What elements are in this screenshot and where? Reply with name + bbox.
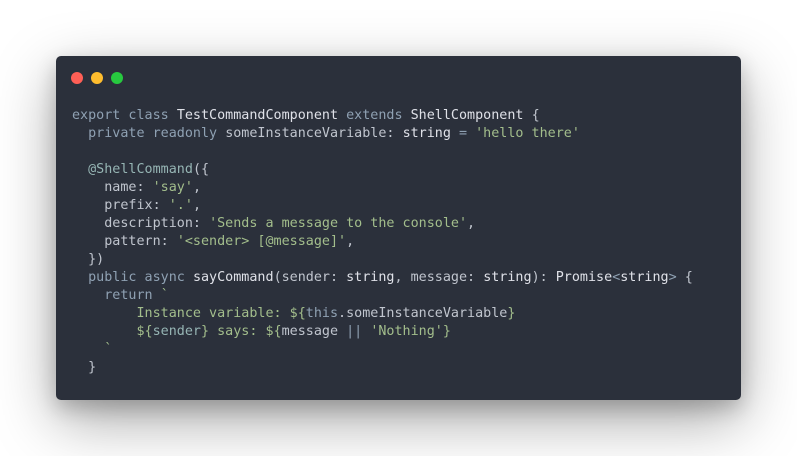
code-token: Instance variable: — [72, 306, 290, 321]
code-line: } — [72, 359, 693, 377]
code-token: { — [531, 108, 540, 123]
code-token: 'say' — [152, 180, 193, 195]
code-token: '.' — [168, 198, 193, 213]
code-token: this — [305, 306, 339, 321]
minimize-button[interactable] — [91, 72, 103, 84]
maximize-button[interactable] — [111, 72, 123, 84]
code-token: , — [467, 216, 476, 231]
code-token: message — [281, 324, 347, 339]
code-token: ShellComponent — [410, 108, 532, 123]
code-token: Promise — [555, 270, 613, 285]
code-token: someInstanceVariable: — [225, 126, 403, 141]
code-token: } — [442, 324, 451, 339]
code-token: (sender: — [273, 270, 347, 285]
code-token: string — [346, 270, 395, 285]
code-token: @ShellCommand — [72, 162, 193, 177]
code-token: name: — [72, 180, 153, 195]
code-line: return ` — [72, 287, 693, 305]
code-line: prefix: '.', — [72, 197, 693, 215]
code-token: prefix: — [72, 198, 169, 213]
code-line: export class TestCommandComponent extend… — [72, 107, 693, 125]
code-line: @ShellCommand({ — [72, 161, 693, 179]
code-token: }) — [72, 252, 105, 267]
code-token: private readonly — [72, 126, 226, 141]
code-line: pattern: '<sender> [@message]', — [72, 233, 693, 251]
code-token: 'Sends a message to the console' — [209, 216, 468, 231]
code-line: public async sayCommand(sender: string, … — [72, 269, 693, 287]
code-token: } — [72, 360, 97, 375]
code-token: { — [684, 270, 693, 285]
code-token: , message: — [394, 270, 484, 285]
code-token: public async — [72, 270, 193, 285]
code-token: TestCommandComponent — [176, 108, 347, 123]
code-line: description: 'Sends a message to the con… — [72, 215, 693, 233]
code-token: export class — [72, 108, 177, 123]
code-line: name: 'say', — [72, 179, 693, 197]
code-token: '<sender> [@message]' — [176, 234, 347, 249]
code-line: private readonly someInstanceVariable: s… — [72, 125, 693, 143]
code-token: , — [346, 234, 355, 249]
code-token: return — [72, 288, 161, 303]
code-token: .someInstanceVariable — [338, 306, 508, 321]
close-button[interactable] — [71, 72, 83, 84]
code-token: ` — [160, 288, 169, 303]
code-token: > — [668, 270, 685, 285]
code-token: ${ — [72, 324, 153, 339]
code-token: } says: ${ — [201, 324, 282, 339]
code-token: sayCommand — [192, 270, 274, 285]
code-token: extends — [346, 108, 411, 123]
code-token: 'hello there' — [475, 126, 580, 141]
code-token: string — [620, 270, 669, 285]
code-token: , — [192, 180, 201, 195]
code-line: ` — [72, 341, 693, 359]
code-token: ` — [72, 342, 113, 357]
code-token: string — [402, 126, 459, 141]
code-token: ${ — [289, 306, 306, 321]
code-token: 'Nothing' — [370, 324, 443, 339]
code-token: description: — [72, 216, 210, 231]
code-line: ${sender} says: ${message || 'Nothing'} — [72, 323, 693, 341]
code-line: Instance variable: ${this.someInstanceVa… — [72, 305, 693, 323]
code-token: = — [459, 126, 476, 141]
code-window: export class TestCommandComponent extend… — [56, 56, 741, 400]
code-token: || — [346, 324, 371, 339]
code-block: export class TestCommandComponent extend… — [72, 107, 693, 377]
code-token: pattern: — [72, 234, 177, 249]
code-token: ): — [531, 270, 556, 285]
code-token: ({ — [192, 162, 210, 177]
code-line: }) — [72, 251, 693, 269]
code-token: } — [507, 306, 516, 321]
window-controls — [71, 72, 123, 84]
code-token: string — [483, 270, 532, 285]
code-token: , — [192, 198, 201, 213]
code-token: sender — [152, 324, 201, 339]
